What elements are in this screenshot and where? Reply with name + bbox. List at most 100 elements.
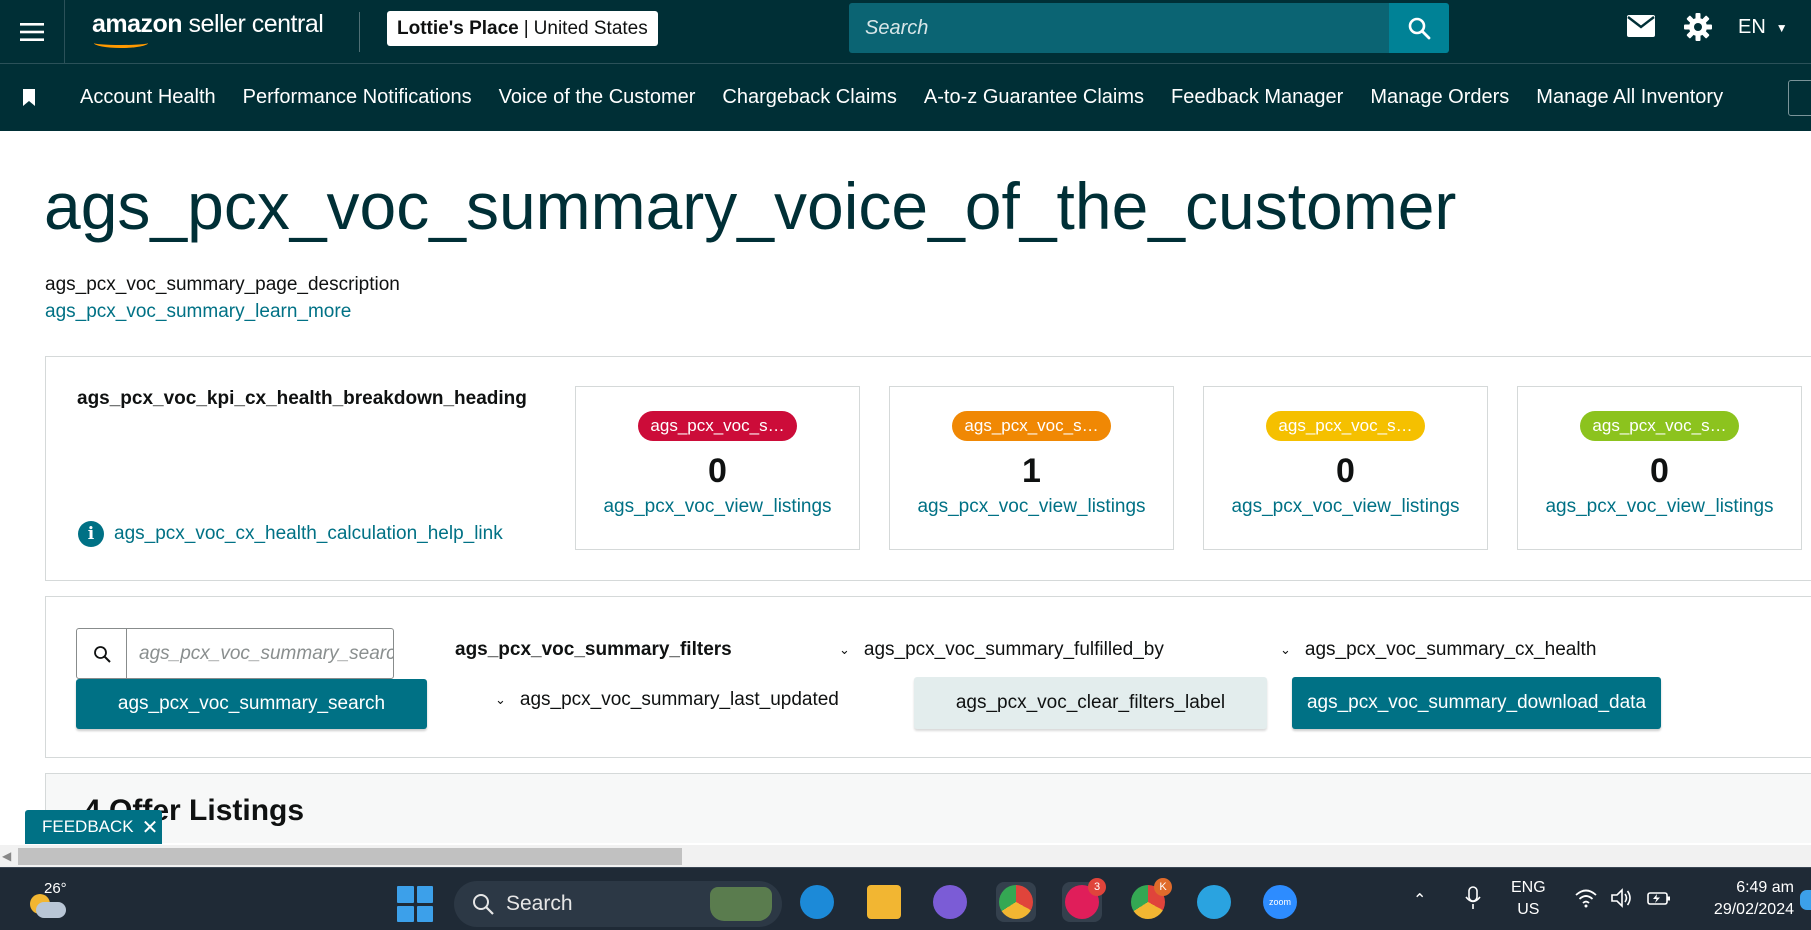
- nav-item-chargeback-claims[interactable]: Chargeback Claims: [722, 86, 897, 109]
- quick-links: Account Health Performance Notifications…: [80, 64, 1750, 131]
- chevron-down-icon: ⌄: [1280, 642, 1291, 657]
- slack-badge: 3: [1088, 878, 1106, 896]
- cx-health-heading: ags_pcx_voc_kpi_cx_health_breakdown_head…: [77, 388, 527, 409]
- clock-date: 29/02/2024: [1713, 901, 1794, 918]
- nav-item-manage-orders[interactable]: Manage Orders: [1370, 86, 1509, 109]
- search-icon: [1408, 17, 1431, 40]
- store-separator: |: [523, 17, 529, 39]
- top-header: amazon seller central Lottie's Place | U…: [0, 0, 1811, 64]
- cx-health-filter[interactable]: ⌄ ags_pcx_voc_summary_cx_health: [1280, 639, 1596, 661]
- mail-icon[interactable]: [1627, 15, 1655, 42]
- hamburger-menu-icon[interactable]: [0, 0, 65, 64]
- header-divider: [359, 12, 360, 52]
- kpi-status-badge: ags_pcx_voc_s…: [638, 411, 797, 441]
- chrome-app-icon[interactable]: [996, 882, 1036, 922]
- weather-temperature: 26°: [44, 880, 67, 897]
- last-updated-filter[interactable]: ⌄ ags_pcx_voc_summary_last_updated: [495, 689, 839, 711]
- taskbar-search[interactable]: Search: [454, 881, 782, 927]
- kpi-count: 0: [708, 452, 727, 490]
- search-icon: [473, 894, 494, 915]
- kpi-status-badge: ags_pcx_voc_s…: [1266, 411, 1425, 441]
- profile-badge: K: [1154, 878, 1172, 896]
- global-search-input[interactable]: [865, 16, 1365, 40]
- windows-taskbar: 26° Search 3 K zoom ⌃ ENG US 6:49 am 29/…: [0, 867, 1811, 930]
- kpi-count: 1: [1022, 452, 1041, 490]
- weather-widget[interactable]: 26°: [22, 880, 70, 922]
- summary-search-input[interactable]: [127, 629, 393, 678]
- store-selector[interactable]: Lottie's Place | United States: [387, 11, 658, 46]
- cx-health-breakdown-panel: ags_pcx_voc_kpi_cx_health_breakdown_head…: [45, 356, 1811, 581]
- clear-filters-button[interactable]: ags_pcx_voc_clear_filters_label: [914, 677, 1267, 729]
- summary-search-field: [76, 628, 394, 679]
- global-search-box: [849, 3, 1389, 53]
- store-region: United States: [533, 17, 648, 39]
- nav-item-account-health[interactable]: Account Health: [80, 86, 216, 109]
- chevron-down-icon: ⌄: [839, 642, 850, 657]
- gear-icon[interactable]: [1683, 12, 1713, 47]
- search-icon: [77, 629, 127, 678]
- chevron-down-icon: ⌄: [495, 692, 506, 707]
- cx-health-help-link[interactable]: i ags_pcx_voc_cx_health_calculation_help…: [78, 521, 503, 547]
- edge-app-icon[interactable]: [797, 882, 837, 922]
- microphone-icon[interactable]: [1465, 886, 1481, 915]
- summary-search-button[interactable]: ags_pcx_voc_summary_search: [76, 679, 427, 729]
- language-selector[interactable]: EN ▼: [1738, 16, 1788, 39]
- horizontal-scrollbar[interactable]: ◀: [0, 845, 1811, 867]
- slack-app-icon[interactable]: 3: [1062, 878, 1106, 922]
- nav-item-manage-all-inventory[interactable]: Manage All Inventory: [1536, 86, 1723, 109]
- view-listings-link[interactable]: ags_pcx_voc_view_listings: [1518, 496, 1801, 518]
- kpi-status-badge: ags_pcx_voc_s…: [952, 411, 1111, 441]
- feedback-label: FEEDBACK: [42, 817, 134, 836]
- kpi-card-good: ags_pcx_voc_s… 0 ags_pcx_voc_view_listin…: [1517, 386, 1802, 550]
- chrome-profile-app-icon[interactable]: K: [1128, 878, 1172, 922]
- taskbar-search-label: Search: [506, 892, 573, 915]
- nav-item-performance-notifications[interactable]: Performance Notifications: [243, 86, 472, 109]
- kpi-card-poor: ags_pcx_voc_s… 1 ags_pcx_voc_view_listin…: [889, 386, 1174, 550]
- clock-time: 6:49 am: [1736, 879, 1794, 896]
- info-icon: i: [78, 521, 104, 547]
- system-tray-icons[interactable]: [1575, 888, 1671, 908]
- kpi-card-fair: ags_pcx_voc_s… 0 ags_pcx_voc_view_listin…: [1203, 386, 1488, 550]
- store-name: Lottie's Place: [397, 17, 519, 39]
- offer-listings-panel: 4 Offer Listings: [45, 773, 1811, 843]
- kpi-count: 0: [1650, 452, 1669, 490]
- lang-code: ENG: [1511, 879, 1546, 896]
- view-listings-link[interactable]: ags_pcx_voc_view_listings: [890, 496, 1173, 518]
- input-language-indicator[interactable]: ENG US: [1511, 877, 1546, 921]
- view-listings-link[interactable]: ags_pcx_voc_view_listings: [1204, 496, 1487, 518]
- notification-icon[interactable]: [1800, 890, 1811, 910]
- amazon-seller-central-logo[interactable]: amazon seller central: [92, 10, 324, 48]
- battery-icon: [1647, 892, 1670, 905]
- fulfilled-by-filter[interactable]: ⌄ ags_pcx_voc_summary_fulfilled_by: [839, 639, 1164, 661]
- show-hidden-icons[interactable]: ⌃: [1413, 890, 1426, 910]
- logo-brand: amazon: [92, 10, 183, 38]
- nav-item-a-to-z-claims[interactable]: A-to-z Guarantee Claims: [924, 86, 1144, 109]
- learn-more-link[interactable]: ags_pcx_voc_summary_learn_more: [45, 301, 351, 323]
- filter-panel: ags_pcx_voc_summary_search ags_pcx_voc_s…: [45, 596, 1811, 758]
- download-data-button[interactable]: ags_pcx_voc_summary_download_data: [1292, 677, 1661, 729]
- nav-item-feedback-manager[interactable]: Feedback Manager: [1171, 86, 1343, 109]
- view-listings-link[interactable]: ags_pcx_voc_view_listings: [576, 496, 859, 518]
- speaker-icon: [1611, 888, 1631, 908]
- close-icon[interactable]: ✕: [142, 815, 159, 840]
- edit-links-button[interactable]: [1788, 80, 1811, 116]
- filters-label: ags_pcx_voc_summary_filters: [455, 639, 732, 660]
- kpi-status-badge: ags_pcx_voc_s…: [1580, 411, 1739, 441]
- zoom-app-icon[interactable]: zoom: [1260, 882, 1300, 922]
- page-description: ags_pcx_voc_summary_page_description: [45, 274, 400, 295]
- kpi-card-very-poor: ags_pcx_voc_s… 0 ags_pcx_voc_view_listin…: [575, 386, 860, 550]
- chevron-down-icon: ▼: [1775, 20, 1788, 35]
- file-explorer-app-icon[interactable]: [864, 882, 904, 922]
- bookmark-icon[interactable]: [22, 89, 36, 111]
- feedback-tab[interactable]: FEEDBACK ✕: [25, 810, 162, 844]
- cloud-icon: [36, 902, 66, 918]
- search-button[interactable]: [1389, 3, 1449, 53]
- brave-app-icon[interactable]: [930, 882, 970, 922]
- scroll-left-icon[interactable]: ◀: [2, 849, 11, 863]
- windows-start-icon[interactable]: [397, 886, 433, 922]
- scrollbar-thumb[interactable]: [18, 848, 682, 865]
- logo-product: seller central: [188, 10, 324, 38]
- taskbar-clock[interactable]: 6:49 am 29/02/2024: [1694, 877, 1794, 921]
- telegram-app-icon[interactable]: [1194, 882, 1234, 922]
- nav-item-voice-of-the-customer[interactable]: Voice of the Customer: [499, 86, 696, 109]
